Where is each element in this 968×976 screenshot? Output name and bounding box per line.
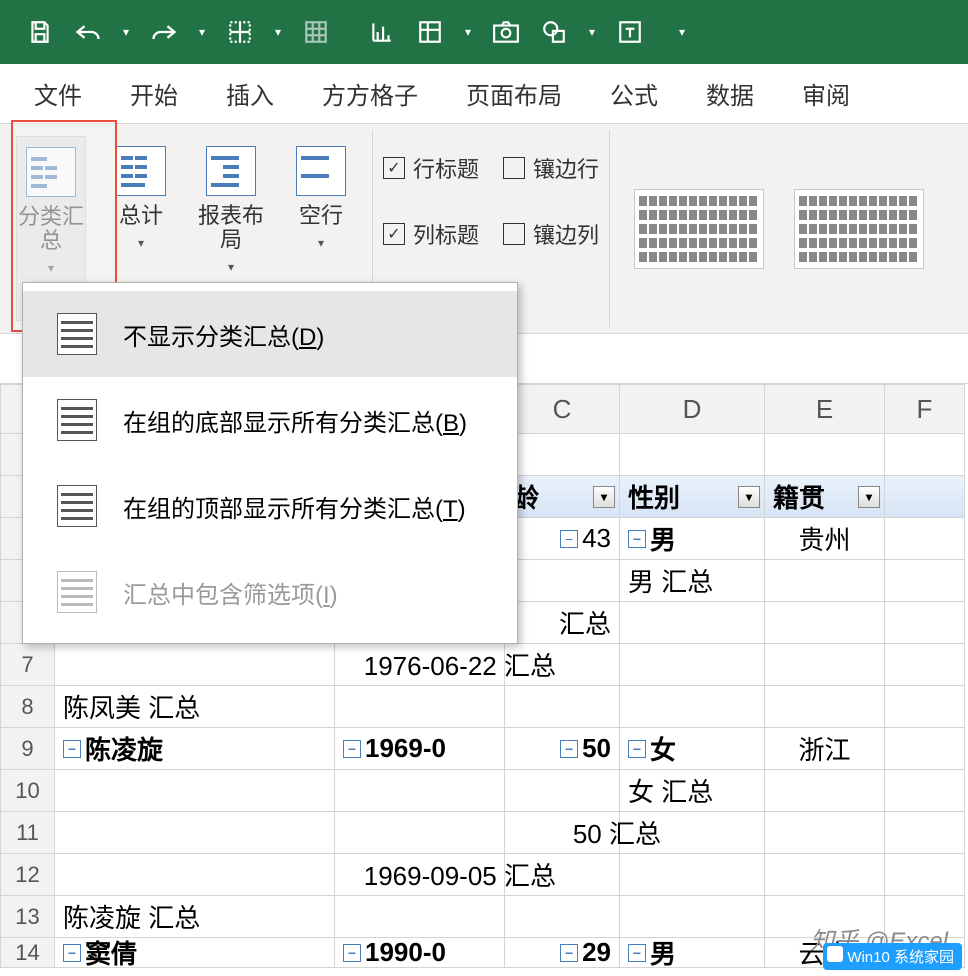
chevron-down-icon: ▾ <box>318 236 324 250</box>
tab-formula[interactable]: 公式 <box>606 70 662 117</box>
list-icon <box>57 399 97 441</box>
table-row: 10 女 汇总 <box>0 770 968 812</box>
blank-rows-icon <box>296 146 346 196</box>
borders-button[interactable] <box>220 12 260 52</box>
field-header-age[interactable]: 龄▾ <box>505 476 620 518</box>
collapse-icon[interactable]: − <box>628 740 646 758</box>
row-header[interactable]: 11 <box>0 812 55 854</box>
column-headers-checkbox[interactable]: ✓列标题 <box>383 218 479 250</box>
tab-ffgz[interactable]: 方方格子 <box>318 70 422 117</box>
collapse-icon[interactable]: − <box>628 944 646 962</box>
collapse-icon[interactable]: − <box>560 530 578 548</box>
filter-dropdown-icon[interactable]: ▾ <box>593 486 615 508</box>
table-row: 14 −窦倩 −1990-0 −29 −男 云南 <box>0 938 968 968</box>
pivot-button[interactable] <box>410 12 450 52</box>
filter-list-icon <box>57 571 97 613</box>
collapse-icon[interactable]: − <box>560 944 578 962</box>
table-row: 13 陈凌旋 汇总 <box>0 896 968 938</box>
banded-rows-checkbox[interactable]: 镶边行 <box>503 152 599 184</box>
shapes-button[interactable] <box>534 12 574 52</box>
table-row: 12 1969-09-05 汇总 <box>0 854 968 896</box>
camera-button[interactable] <box>486 12 526 52</box>
col-header-c[interactable]: C <box>505 384 620 434</box>
row-header[interactable]: 8 <box>0 686 55 728</box>
collapse-icon[interactable]: − <box>343 944 361 962</box>
row-header[interactable]: 10 <box>0 770 55 812</box>
subtotals-icon <box>26 147 76 197</box>
row-header[interactable]: 14 <box>0 938 55 968</box>
tab-home[interactable]: 开始 <box>126 70 182 117</box>
tab-file[interactable]: 文件 <box>30 70 86 117</box>
filter-dropdown-icon[interactable]: ▾ <box>738 486 760 508</box>
collapse-icon[interactable]: − <box>628 530 646 548</box>
style-thumb-1[interactable] <box>634 189 764 269</box>
chevron-down-icon: ▾ <box>48 261 54 275</box>
list-icon <box>57 313 97 355</box>
ribbon-tabs: 文件 开始 插入 方方格子 页面布局 公式 数据 审阅 <box>0 64 968 124</box>
subtotals-dropdown-menu: 不显示分类汇总(D) 在组的底部显示所有分类汇总(B) 在组的顶部显示所有分类汇… <box>22 282 518 644</box>
save-button[interactable] <box>20 12 60 52</box>
shapes-dropdown[interactable]: ▾ <box>582 25 602 39</box>
field-header-sex[interactable]: 性别▾ <box>620 476 765 518</box>
col-header-d[interactable]: D <box>620 384 765 434</box>
fill-color-button[interactable] <box>296 12 336 52</box>
banded-columns-checkbox[interactable]: 镶边列 <box>503 218 599 250</box>
collapse-icon[interactable]: − <box>63 944 81 962</box>
redo-dropdown[interactable]: ▾ <box>192 25 212 39</box>
style-thumb-2[interactable] <box>794 189 924 269</box>
table-row: 7 1976-06-22 汇总 <box>0 644 968 686</box>
tab-review[interactable]: 审阅 <box>798 70 854 117</box>
collapse-icon[interactable]: − <box>63 740 81 758</box>
table-styles-gallery[interactable] <box>610 124 948 333</box>
qat-customize-dropdown[interactable]: ▾ <box>672 25 692 39</box>
chevron-down-icon: ▾ <box>228 260 234 274</box>
table-row: 8 陈凤美 汇总 <box>0 686 968 728</box>
textbox-button[interactable] <box>610 12 650 52</box>
table-row: 9 −陈凌旋 −1969-0 −50 −女 浙江 <box>0 728 968 770</box>
redo-button[interactable] <box>144 12 184 52</box>
list-icon <box>57 485 97 527</box>
borders-dropdown[interactable]: ▾ <box>268 25 288 39</box>
row-header[interactable]: 7 <box>0 644 55 686</box>
row-header[interactable]: 12 <box>0 854 55 896</box>
chart-button[interactable] <box>362 12 402 52</box>
grandtotals-icon <box>116 146 166 196</box>
quick-access-toolbar: ▾ ▾ ▾ ▾ ▾ ▾ <box>0 0 968 64</box>
row-header[interactable]: 9 <box>0 728 55 770</box>
tab-insert[interactable]: 插入 <box>222 70 278 117</box>
tab-layout[interactable]: 页面布局 <box>462 70 566 117</box>
col-header-e[interactable]: E <box>765 384 885 434</box>
undo-dropdown[interactable]: ▾ <box>116 25 136 39</box>
report-layout-icon <box>206 146 256 196</box>
pivot-dropdown[interactable]: ▾ <box>458 25 478 39</box>
chevron-down-icon: ▾ <box>138 236 144 250</box>
menu-item-show-subtotals-bottom[interactable]: 在组的底部显示所有分类汇总(B) <box>23 377 517 463</box>
row-header[interactable]: 13 <box>0 896 55 938</box>
col-header-f[interactable]: F <box>885 384 965 434</box>
table-row: 11 50 汇总 <box>0 812 968 854</box>
filter-dropdown-icon[interactable]: ▾ <box>858 486 880 508</box>
tab-data[interactable]: 数据 <box>702 70 758 117</box>
collapse-icon[interactable]: − <box>560 740 578 758</box>
collapse-icon[interactable]: − <box>343 740 361 758</box>
menu-item-show-subtotals-top[interactable]: 在组的顶部显示所有分类汇总(T) <box>23 463 517 549</box>
field-header-origin[interactable]: 籍贯▾ <box>765 476 885 518</box>
row-headers-checkbox[interactable]: ✓行标题 <box>383 152 479 184</box>
menu-item-include-filtered: 汇总中包含筛选项(I) <box>23 549 517 635</box>
undo-button[interactable] <box>68 12 108 52</box>
menu-item-do-not-show-subtotals[interactable]: 不显示分类汇总(D) <box>23 291 517 377</box>
